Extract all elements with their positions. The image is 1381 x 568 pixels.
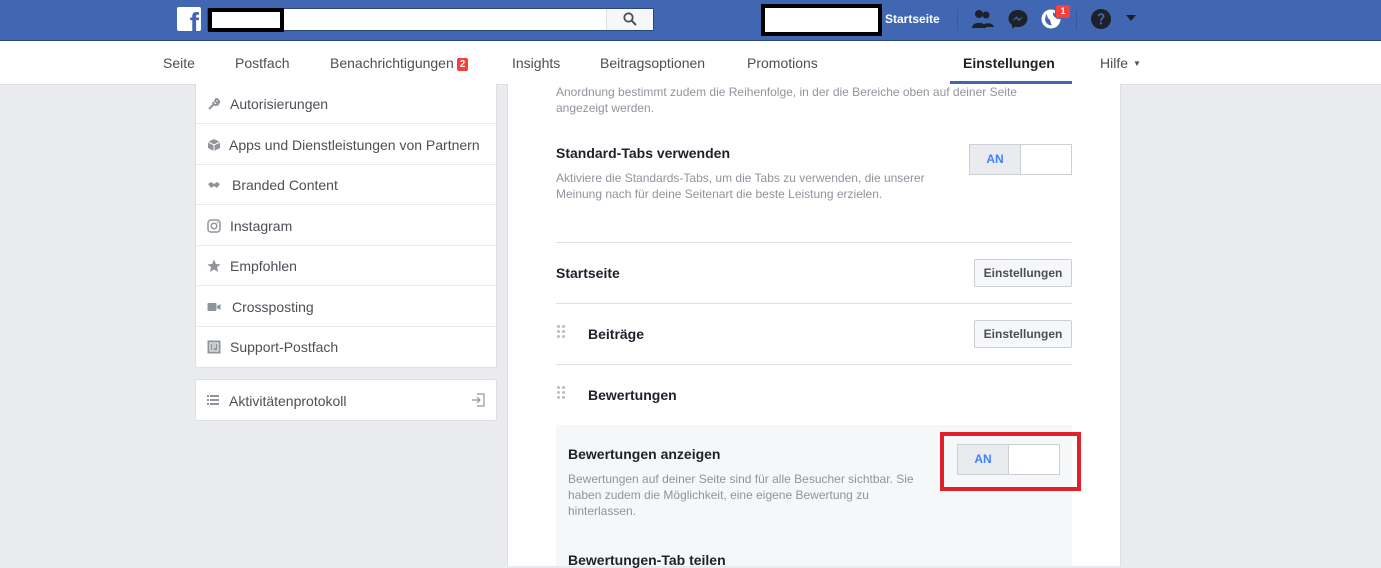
sidebar-item-autorisierungen[interactable]: Autorisierungen <box>196 84 496 124</box>
profile-name-redacted[interactable] <box>761 4 882 36</box>
highlight-annotation-box <box>940 432 1081 491</box>
sidebar-item-support-postfach[interactable]: Support-Postfach <box>196 327 496 367</box>
tab-seite[interactable]: Seite <box>163 55 195 71</box>
toggle-on-label: AN <box>970 145 1021 174</box>
divider <box>556 242 1072 243</box>
standard-tabs-description: Aktiviere die Standards-Tabs, um die Tab… <box>556 171 925 201</box>
settings-main-panel: Anordnung bestimmt zudem die Reihenfolge… <box>507 84 1121 568</box>
sidebar-item-crossposting[interactable]: Crossposting <box>196 287 496 327</box>
box-icon <box>207 139 221 151</box>
search-icon <box>623 12 637 26</box>
notification-badge: 2 <box>456 58 469 71</box>
divider <box>556 364 1072 365</box>
tab-benachrichtigungen[interactable]: Benachrichtigungen 2 <box>330 55 469 71</box>
settings-sidebar: Autorisierungen Apps und Dienstleistunge… <box>195 84 497 368</box>
sidebar-item-instagram[interactable]: Instagram <box>196 206 496 246</box>
tab-insights[interactable]: Insights <box>512 55 560 71</box>
video-camera-icon <box>207 303 221 311</box>
friend-requests-icon[interactable] <box>971 8 995 30</box>
sidebar-item-branded-content[interactable]: Branded Content <box>196 165 496 205</box>
section-description: Anordnung bestimmt zudem die Reihenfolge… <box>556 85 1017 115</box>
startseite-settings-button[interactable]: Einstellungen <box>974 259 1072 287</box>
section-title-bewertungen: Bewertungen <box>588 387 677 403</box>
standard-tabs-title: Standard-Tabs verwenden <box>556 145 731 161</box>
chevron-down-icon: ▼ <box>1133 59 1141 68</box>
drag-handle-icon[interactable] <box>557 386 567 402</box>
tab-postfach[interactable]: Postfach <box>235 55 289 71</box>
open-external-icon <box>472 393 485 407</box>
divider <box>957 10 958 30</box>
handshake-icon <box>208 182 220 188</box>
page-navigation-tabs: Seite Postfach Benachrichtigungen 2 Insig… <box>0 41 1381 85</box>
divider <box>1076 10 1077 30</box>
show-reviews-description: Bewertungen auf deiner Seite sind für al… <box>568 472 914 518</box>
activity-log-link[interactable]: Aktivitätenprotokoll <box>195 379 497 421</box>
messenger-icon[interactable] <box>1007 8 1029 30</box>
search-input[interactable] <box>207 8 654 32</box>
tab-beitragsoptionen[interactable]: Beitragsoptionen <box>600 55 705 71</box>
notification-count-badge: 1 <box>1055 4 1071 19</box>
section-title-startseite: Startseite <box>556 265 620 281</box>
search-redacted-text <box>208 8 284 32</box>
divider <box>556 303 1072 304</box>
home-link[interactable]: Startseite <box>885 12 940 26</box>
help-question-icon[interactable] <box>1090 8 1112 30</box>
tab-hilfe[interactable]: Hilfe ▼ <box>1100 55 1141 71</box>
top-navigation-bar: f Startseite 1 <box>0 0 1381 41</box>
account-menu-caret-icon[interactable] <box>1126 15 1136 22</box>
show-reviews-title: Bewertungen anzeigen <box>568 446 721 462</box>
search-button[interactable] <box>606 9 653 30</box>
facebook-logo[interactable]: f <box>177 7 201 31</box>
tab-promotions[interactable]: Promotions <box>747 55 818 71</box>
beitraege-settings-button[interactable]: Einstellungen <box>974 320 1072 348</box>
list-icon <box>207 395 219 405</box>
standard-tabs-toggle[interactable]: AN <box>969 144 1072 175</box>
instagram-icon <box>207 219 221 233</box>
tab-einstellungen[interactable]: Einstellungen <box>963 55 1055 71</box>
section-title-beitraege: Beiträge <box>588 326 645 342</box>
drag-handle-icon[interactable] <box>557 325 567 341</box>
support-inbox-icon <box>207 340 221 354</box>
wrench-icon <box>208 97 221 110</box>
sidebar-item-apps[interactable]: Apps und Dienstleistungen von Partnern <box>196 125 496 165</box>
star-icon <box>207 259 221 272</box>
sidebar-item-empfohlen[interactable]: Empfohlen <box>196 246 496 286</box>
